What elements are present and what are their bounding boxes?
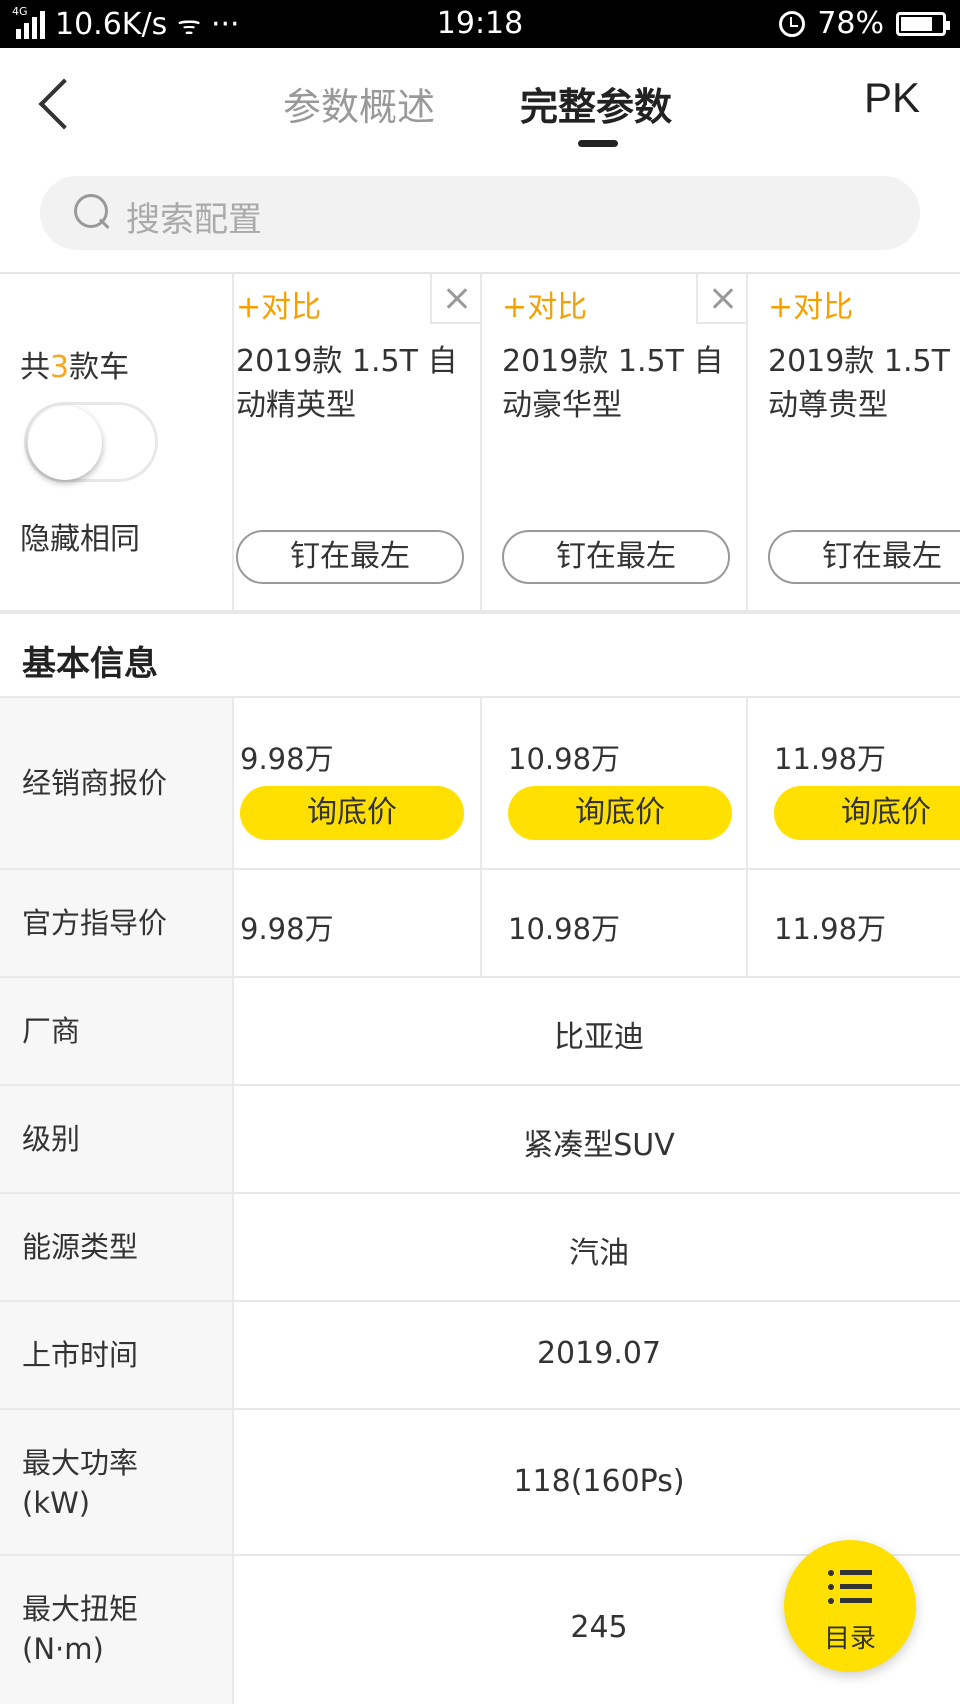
merged-value-cell: 118(160Ps): [234, 1410, 960, 1554]
table-row: 经销商报价 9.98万 询底价 10.98万 询底价 11.98万 询底价: [0, 696, 960, 868]
status-bar: 4G 10.6K/s ᯤ ··· 19:18 78%: [0, 0, 960, 48]
search-bar[interactable]: 搜索配置: [40, 176, 920, 250]
add-compare-button[interactable]: +对比: [236, 282, 321, 326]
power-value: 118(160Ps): [513, 1464, 685, 1499]
pk-button[interactable]: PK: [864, 74, 920, 122]
add-compare-button[interactable]: +对比: [502, 282, 587, 326]
inquire-price-button[interactable]: 询底价: [240, 786, 464, 840]
car-name: 2019款 1.5T 自动尊贵型: [768, 344, 960, 423]
level-value: 紧凑型SUV: [523, 1128, 675, 1163]
price-cell: 10.98万 询底价: [482, 698, 748, 868]
active-tab-indicator: [578, 140, 618, 147]
tab-overview[interactable]: 参数概述: [283, 76, 435, 131]
table-row: 厂商 比亚迪: [0, 976, 960, 1084]
official-price: 10.98万: [508, 912, 621, 946]
row-label: 能源类型: [0, 1194, 234, 1300]
compare-header: 共3款车 隐藏相同 +对比 2019款 1.5T 自动精英型 钉在最左 +对比 …: [0, 272, 960, 614]
back-icon[interactable]: [36, 80, 80, 124]
pin-left-button[interactable]: 钉在最左: [768, 530, 960, 584]
car-column: +对比 2019款 1.5T 自动尊贵型 钉在最左: [748, 274, 960, 614]
search-icon: [74, 194, 110, 230]
table-row: 最大功率 (kW) 118(160Ps): [0, 1408, 960, 1554]
row-label: 级别: [0, 1086, 234, 1192]
car-name: 2019款 1.5T 自动精英型: [236, 344, 458, 423]
battery-icon: [896, 11, 950, 36]
table-row: 上市时间 2019.07: [0, 1300, 960, 1408]
row-label: 上市时间: [0, 1302, 234, 1408]
car-column: +对比 2019款 1.5T 自动精英型 钉在最左: [234, 274, 482, 614]
close-icon[interactable]: [430, 274, 480, 324]
official-price: 11.98万: [774, 912, 887, 946]
table-row: 能源类型 汽油: [0, 1192, 960, 1300]
row-label: 经销商报价: [0, 698, 234, 868]
launch-value: 2019.07: [536, 1336, 662, 1371]
list-icon: [828, 1570, 872, 1604]
catalog-button[interactable]: 目录: [784, 1540, 916, 1672]
row-label: 官方指导价: [0, 870, 234, 976]
toggle-knob: [28, 406, 102, 480]
maker-value: 比亚迪: [554, 1020, 644, 1055]
inquire-price-button[interactable]: 询底价: [508, 786, 732, 840]
dealer-price: 9.98万: [240, 742, 334, 776]
official-price: 9.98万: [240, 912, 334, 946]
row-label: 厂商: [0, 978, 234, 1084]
section-title: 基本信息: [22, 644, 158, 684]
tab-full-params[interactable]: 完整参数: [520, 76, 672, 131]
hide-same-label: 隐藏相同: [20, 522, 140, 557]
car-count: 3: [50, 350, 70, 385]
status-right: 78%: [779, 6, 950, 41]
row-label: 最大扭矩 (N·m): [0, 1556, 234, 1704]
price-cell: 11.98万 询底价: [748, 698, 960, 868]
dealer-price: 11.98万: [774, 742, 887, 776]
pin-left-button[interactable]: 钉在最左: [236, 530, 464, 584]
car-name: 2019款 1.5T 自动豪华型: [502, 344, 724, 423]
merged-value-cell: 2019.07: [234, 1302, 960, 1408]
price-cell: 9.98万 询底价: [234, 698, 482, 868]
merged-value-cell: 汽油: [234, 1194, 960, 1300]
merged-value-cell: 比亚迪: [234, 978, 960, 1084]
car-count-cell: 共3款车 隐藏相同: [0, 274, 234, 614]
value-cell: 9.98万: [234, 870, 482, 976]
close-icon[interactable]: [696, 274, 746, 324]
top-nav: 参数概述 完整参数 PK: [0, 48, 960, 158]
dealer-price: 10.98万: [508, 742, 621, 776]
search-input[interactable]: 搜索配置: [126, 192, 262, 241]
car-count-label: 共3款车: [20, 350, 130, 385]
merged-value-cell: 紧凑型SUV: [234, 1086, 960, 1192]
battery-percent: 78%: [817, 6, 884, 41]
alarm-icon: [779, 10, 806, 37]
add-compare-button[interactable]: +对比: [768, 282, 853, 326]
row-label: 最大功率 (kW): [0, 1410, 234, 1554]
table-row: 官方指导价 9.98万 10.98万 11.98万: [0, 868, 960, 976]
pin-left-button[interactable]: 钉在最左: [502, 530, 730, 584]
table-row: 级别 紧凑型SUV: [0, 1084, 960, 1192]
catalog-label: 目录: [823, 1624, 876, 1654]
value-cell: 10.98万: [482, 870, 748, 976]
hide-same-toggle[interactable]: [24, 402, 158, 482]
car-column: +对比 2019款 1.5T 自动豪华型 钉在最左: [482, 274, 748, 614]
energy-value: 汽油: [569, 1236, 629, 1271]
value-cell: 11.98万: [748, 870, 960, 976]
section-divider: [0, 610, 960, 614]
inquire-price-button[interactable]: 询底价: [774, 786, 960, 840]
